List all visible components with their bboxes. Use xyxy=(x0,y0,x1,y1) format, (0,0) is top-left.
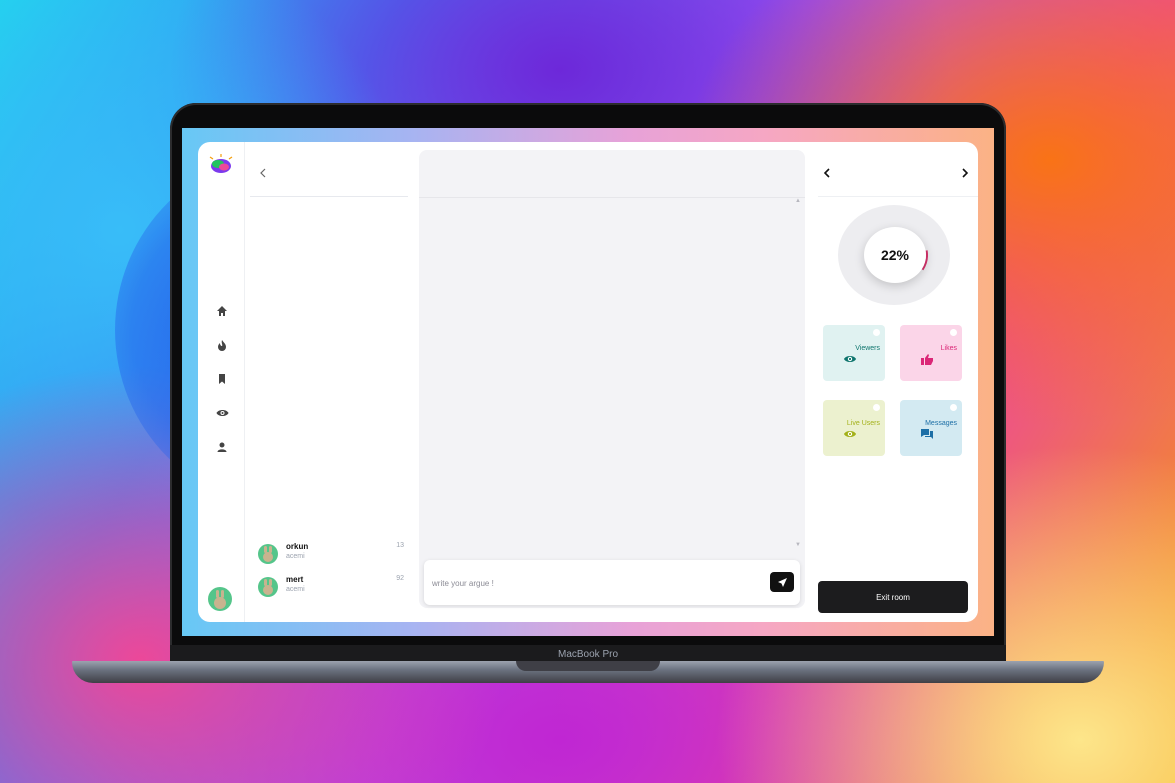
card-toggle[interactable] xyxy=(873,329,880,336)
chat-bubble-logo-icon[interactable] xyxy=(208,154,234,176)
user-count: 92 xyxy=(396,575,404,582)
messages-card[interactable]: Messages xyxy=(900,400,962,456)
chat-bubbles-icon xyxy=(921,429,933,439)
card-label: Viewers xyxy=(855,345,880,352)
fire-icon[interactable] xyxy=(214,337,230,353)
exit-room-button[interactable]: Exit room xyxy=(818,581,968,613)
card-toggle[interactable] xyxy=(950,329,957,336)
chat-area[interactable]: ▲ ▼ xyxy=(419,150,805,608)
eye-icon xyxy=(844,431,856,437)
send-icon xyxy=(777,577,787,587)
chevron-right-icon[interactable] xyxy=(958,166,972,180)
bookmark-icon[interactable] xyxy=(214,371,230,387)
eye-icon[interactable] xyxy=(214,405,230,421)
message-input[interactable] xyxy=(430,573,754,593)
bunny-avatar-icon xyxy=(214,590,226,609)
progress-center: 22% xyxy=(864,227,926,283)
laptop-notch xyxy=(516,661,660,671)
divider xyxy=(250,196,408,197)
device-label: MacBook Pro xyxy=(557,649,619,660)
card-label: Messages xyxy=(925,420,957,427)
eye-icon xyxy=(844,356,856,362)
person-icon[interactable] xyxy=(214,439,230,455)
user-list-panel: orkun acemi 13 mert acemi 92 xyxy=(250,142,408,622)
live-users-card[interactable]: Live Users xyxy=(823,400,885,456)
send-button[interactable] xyxy=(770,572,794,592)
user-name: orkun xyxy=(286,542,309,551)
progress-percent: 22% xyxy=(880,247,910,263)
profile-avatar[interactable] xyxy=(208,587,232,611)
viewers-card[interactable]: Viewers xyxy=(823,325,885,381)
scroll-up-icon[interactable]: ▲ xyxy=(795,198,801,204)
bunny-avatar-icon xyxy=(263,579,273,595)
user-count: 13 xyxy=(396,542,404,549)
bunny-avatar-icon xyxy=(263,546,273,562)
app-window: orkun acemi 13 mert acemi 92 ▲ ▼ write y… xyxy=(198,142,978,622)
divider xyxy=(818,196,978,197)
avatar xyxy=(258,544,278,564)
list-item[interactable]: mert acemi 92 xyxy=(258,573,408,601)
chevron-left-icon[interactable] xyxy=(820,166,834,180)
message-composer xyxy=(424,560,800,605)
card-toggle[interactable] xyxy=(873,404,880,411)
likes-card[interactable]: Likes xyxy=(900,325,962,381)
card-toggle[interactable] xyxy=(950,404,957,411)
stats-panel: 22% Viewers Likes Live Users Messages Ex… xyxy=(818,142,978,622)
sidebar-rail xyxy=(198,142,245,622)
thumbs-up-icon xyxy=(921,354,933,365)
card-label: Live Users xyxy=(846,420,880,427)
card-label: Likes xyxy=(940,345,957,352)
avatar xyxy=(258,577,278,597)
user-name: mert xyxy=(286,575,304,584)
home-icon[interactable] xyxy=(214,303,230,319)
divider xyxy=(419,197,805,198)
user-rank: acemi xyxy=(286,553,305,560)
list-item[interactable]: orkun acemi 13 xyxy=(258,540,408,568)
scroll-down-icon[interactable]: ▼ xyxy=(795,542,801,548)
user-rank: acemi xyxy=(286,586,305,593)
chevron-left-icon[interactable] xyxy=(256,166,270,180)
